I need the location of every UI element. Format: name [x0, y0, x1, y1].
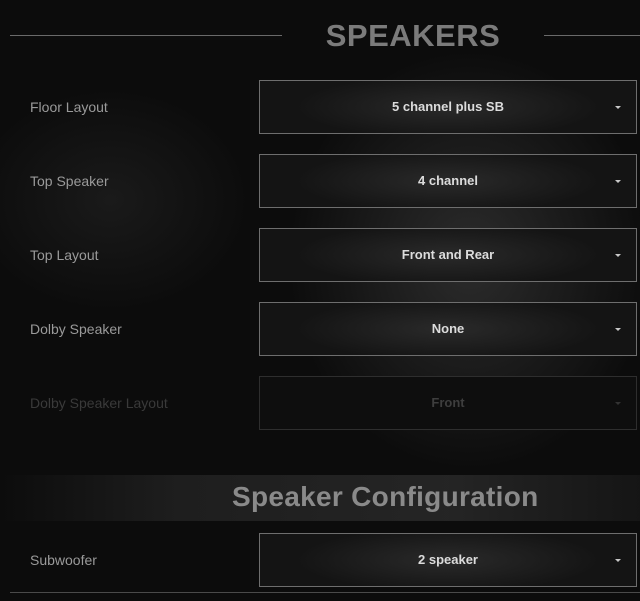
subwoofer-dropdown[interactable]: 2 speaker: [259, 533, 637, 587]
dolby-speaker-dropdown[interactable]: None: [259, 302, 637, 356]
dolby-speaker-value: None: [431, 321, 465, 336]
top-speaker-label: Top Speaker: [30, 173, 109, 189]
dolby-speaker-layout-dropdown: Front: [259, 376, 637, 430]
top-layout-dropdown[interactable]: Front and Rear: [259, 228, 637, 282]
top-speaker-dropdown[interactable]: 4 channel: [259, 154, 637, 208]
speaker-configuration-header: Speaker Configuration: [0, 475, 640, 521]
dolby-speaker-layout-value: Front: [431, 395, 465, 410]
floor-layout-dropdown[interactable]: 5 channel plus SB: [259, 80, 637, 134]
floor-layout-row: Floor Layout 5 channel plus SB: [0, 80, 640, 136]
chevron-down-icon: [615, 180, 621, 183]
speaker-configuration-title: Speaker Configuration: [232, 481, 539, 512]
chevron-down-icon: [615, 402, 621, 405]
chevron-down-icon: [615, 254, 621, 257]
header-divider-right: [544, 35, 640, 36]
subwoofer-row: Subwoofer 2 speaker: [0, 533, 640, 589]
subwoofer-label: Subwoofer: [30, 552, 97, 568]
top-layout-row: Top Layout Front and Rear: [0, 228, 640, 284]
header-divider-left: [10, 35, 282, 36]
chevron-down-icon: [615, 106, 621, 109]
subwoofer-value: 2 speaker: [418, 552, 478, 567]
chevron-down-icon: [615, 328, 621, 331]
top-speaker-value: 4 channel: [418, 173, 478, 188]
dolby-speaker-label: Dolby Speaker: [30, 321, 122, 337]
speakers-section-header: SPEAKERS: [0, 12, 640, 60]
top-layout-value: Front and Rear: [401, 247, 495, 262]
top-layout-label: Top Layout: [30, 247, 99, 263]
chevron-down-icon: [615, 559, 621, 562]
top-speaker-row: Top Speaker 4 channel: [0, 154, 640, 210]
floor-layout-label: Floor Layout: [30, 99, 108, 115]
speakers-section-title: SPEAKERS: [325, 18, 501, 53]
speakers-settings-page: SPEAKERS Floor Layout 5 channel plus SB …: [0, 0, 640, 601]
dolby-speaker-layout-label: Dolby Speaker Layout: [30, 395, 168, 411]
dolby-speaker-row: Dolby Speaker None: [0, 302, 640, 358]
dolby-speaker-layout-row: Dolby Speaker Layout Front: [0, 376, 640, 432]
floor-layout-value: 5 channel plus SB: [392, 99, 504, 114]
bottom-divider: [10, 592, 640, 593]
